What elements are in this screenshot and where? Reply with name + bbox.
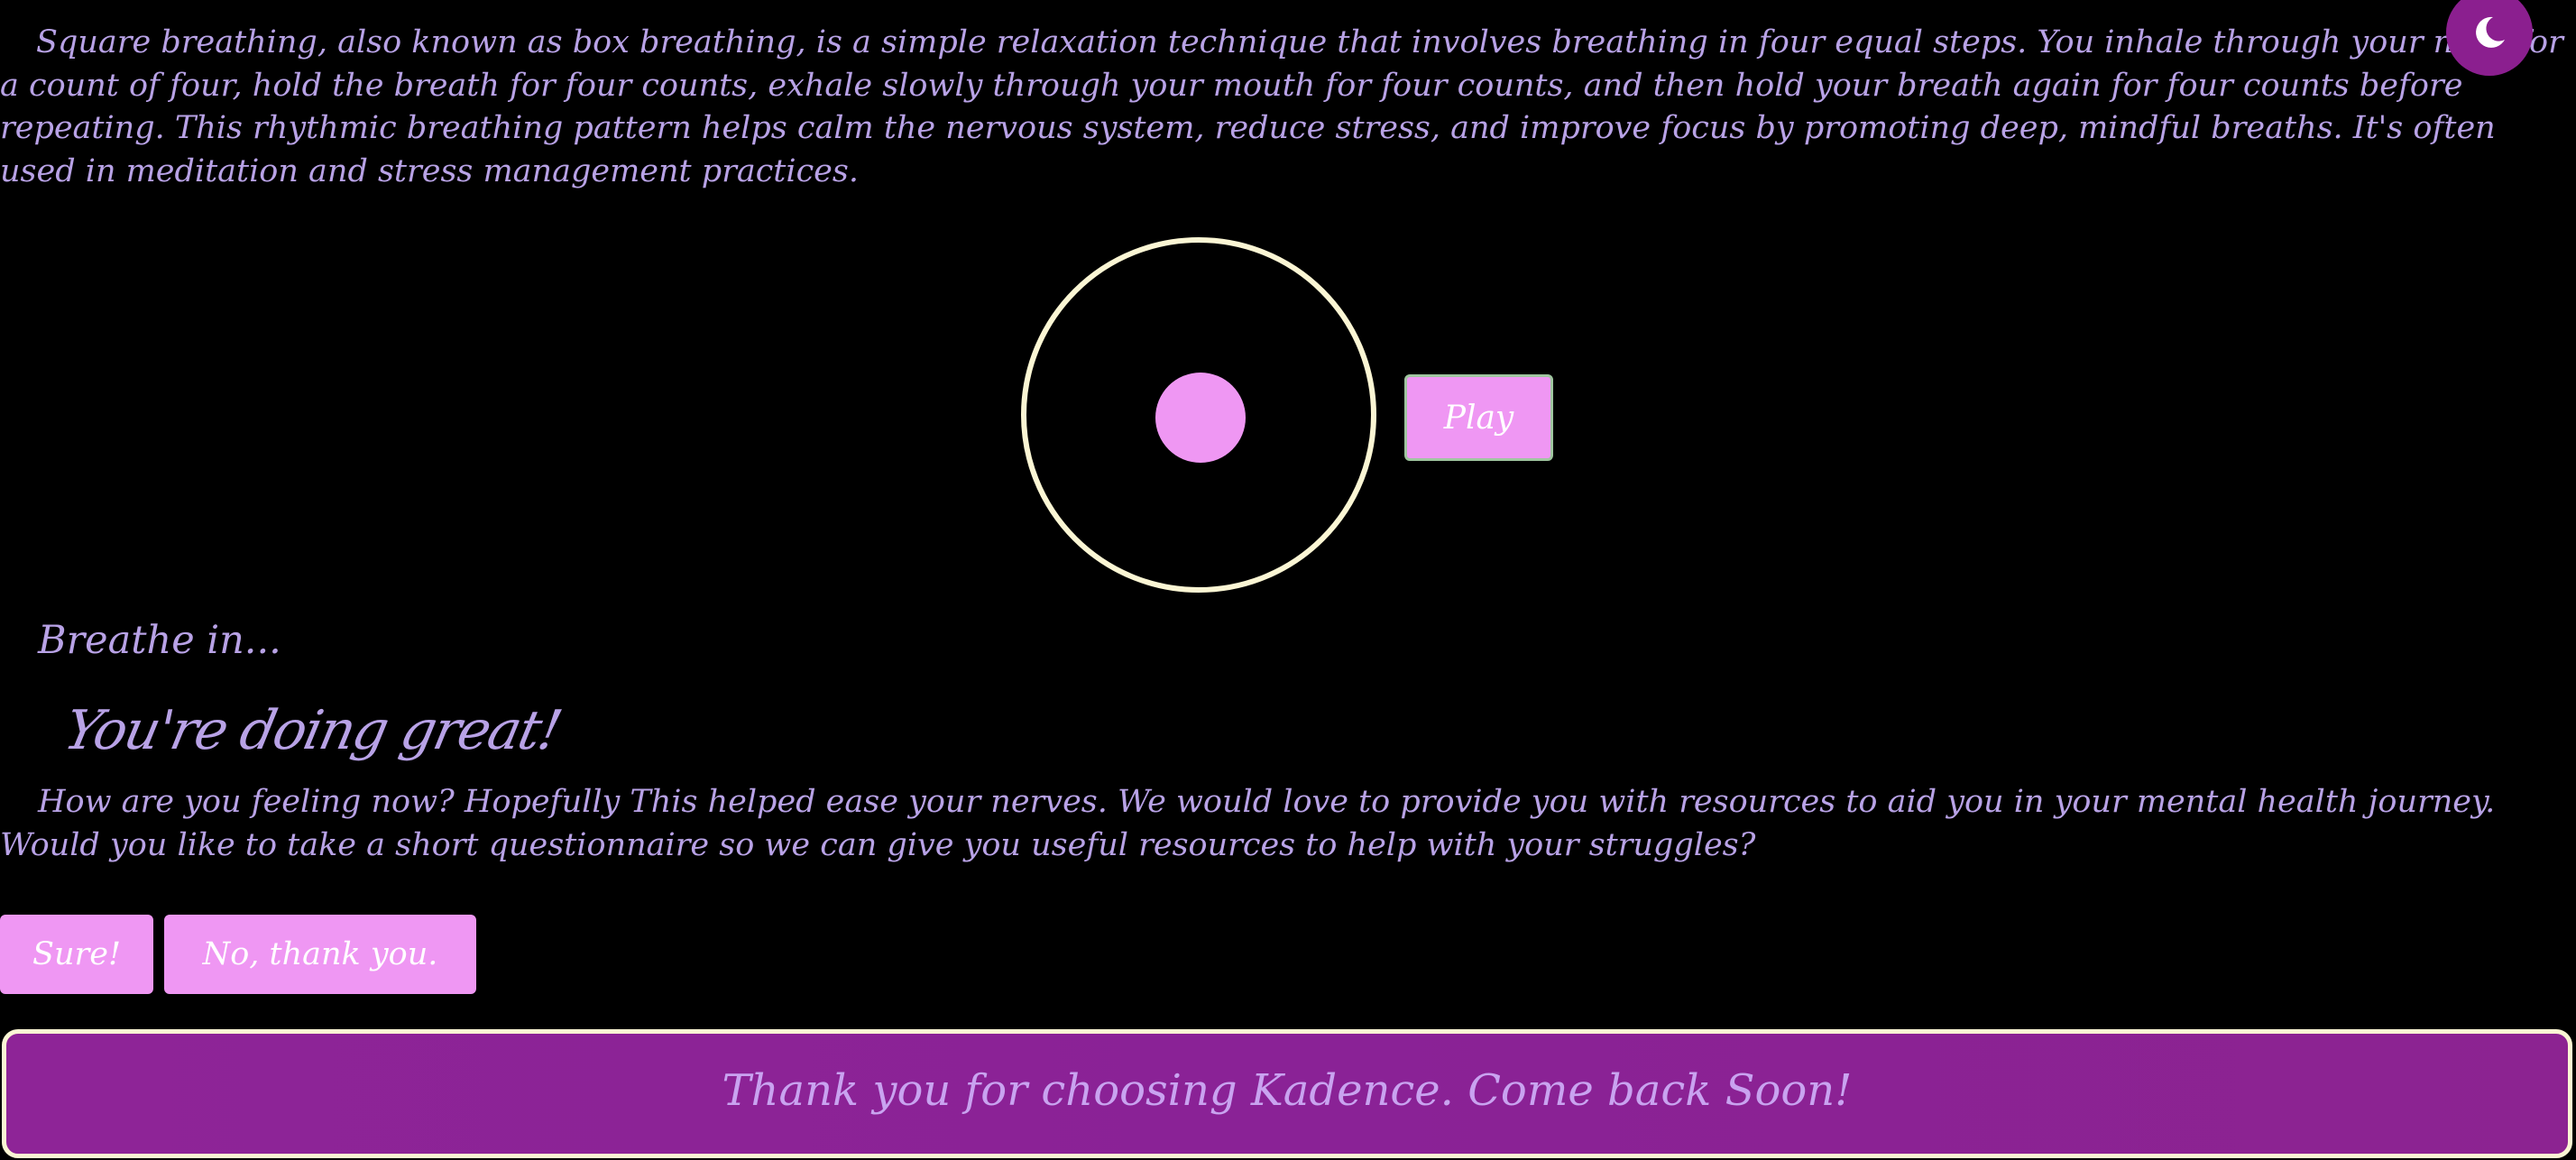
questionnaire-no-button[interactable]: No, thank you. xyxy=(164,915,476,994)
play-button[interactable]: Play xyxy=(1404,374,1553,461)
questionnaire-yes-button[interactable]: Sure! xyxy=(0,915,153,994)
breathing-status: Breathe in... xyxy=(38,618,281,663)
encouragement-heading: You're doing great! xyxy=(59,699,566,762)
footer: Thank you for choosing Kadence. Come bac… xyxy=(2,1029,2572,1158)
followup-paragraph: How are you feeling now? Hopefully This … xyxy=(0,784,2496,863)
footer-message: Thank you for choosing Kadence. Come bac… xyxy=(722,1064,1853,1116)
moon-icon xyxy=(2476,16,2505,48)
breathing-dot xyxy=(1155,373,1246,463)
intro-paragraph: Square breathing, also known as box brea… xyxy=(0,24,2563,189)
